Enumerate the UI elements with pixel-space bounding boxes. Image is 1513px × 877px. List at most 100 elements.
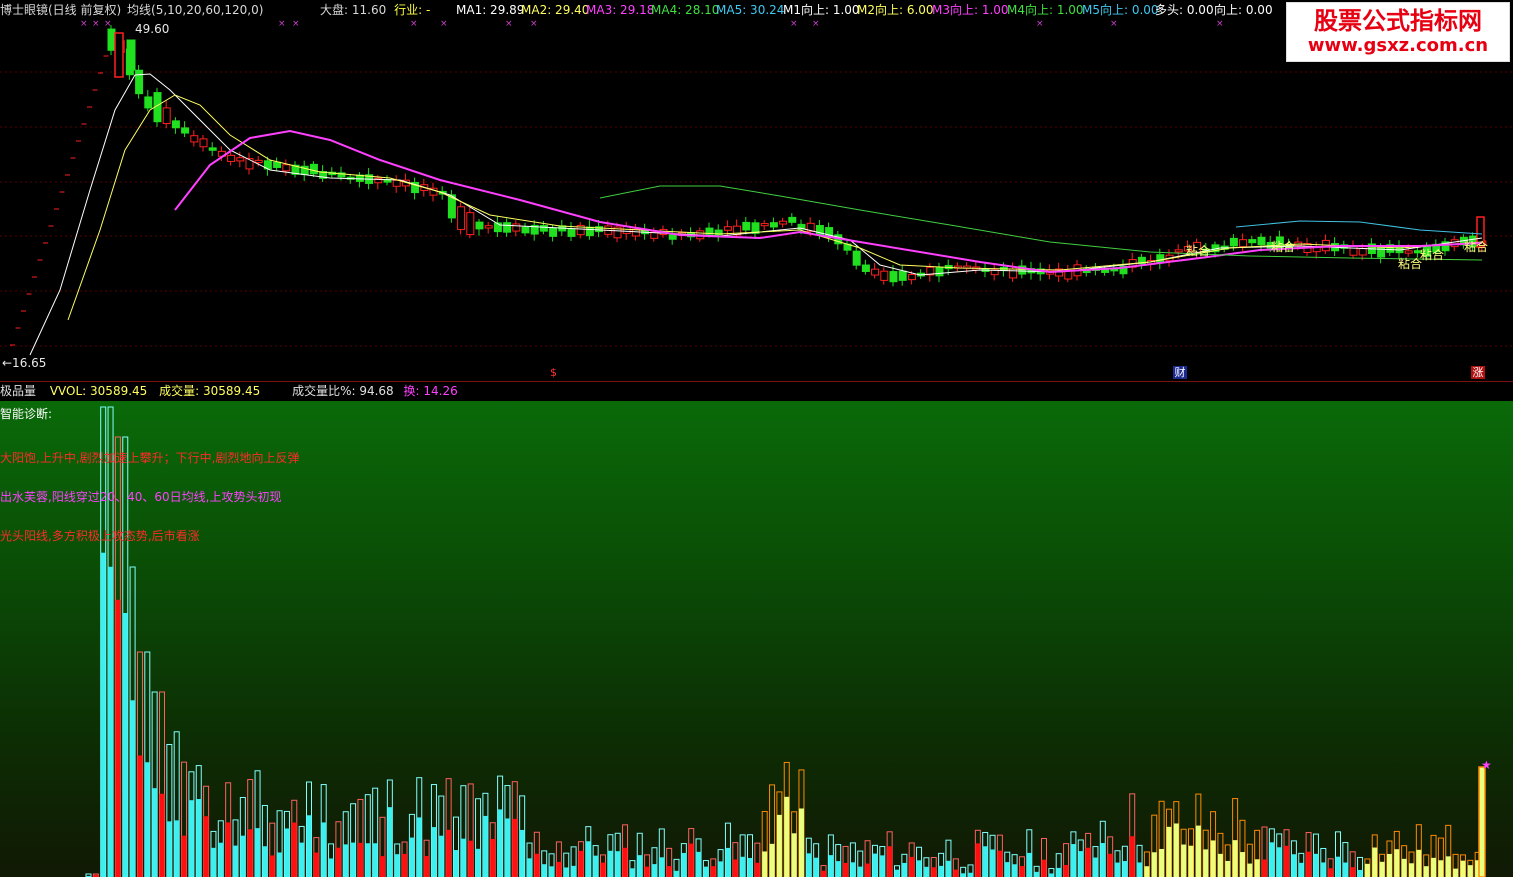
zhanhe-label: 粘合: [1271, 240, 1296, 254]
volume-bar: [504, 818, 510, 877]
signal-x-marker: ×: [92, 19, 100, 29]
volume-bar: [931, 867, 937, 877]
volume-bar: [887, 846, 893, 877]
volume-bar: [1342, 862, 1348, 877]
volume-bar: [174, 820, 180, 877]
volume-panel[interactable]: ★ 智能诊断: 大阳饱,上升中,剧烈加速上攀升；下行中,剧烈地向上反弹 出水芙蓉…: [0, 401, 1513, 877]
volume-bar: [1276, 847, 1282, 877]
signal-x-marker: ×: [410, 19, 418, 29]
volume-bar: [806, 853, 812, 877]
candle-body: [779, 220, 788, 225]
volume-bar: [732, 859, 738, 877]
volume-bar: [453, 850, 459, 877]
volume-bar: [534, 853, 540, 877]
volume-bar: [438, 835, 444, 877]
volume-bar: [923, 866, 929, 877]
candle-body: [282, 164, 291, 172]
volume-bar: [813, 857, 819, 877]
volume-bar: [372, 843, 378, 877]
watermark-title: 股票公式指标网: [1314, 7, 1482, 35]
candle-body: [503, 222, 512, 233]
signal-x-marker: ×: [440, 19, 448, 29]
ma3-value: MA3: 29.18: [586, 3, 655, 17]
price-panel-header: 博士眼镜(日线 前复权) 均线(5,10,20,60,120,0): [0, 2, 263, 18]
volume-bar: [1115, 862, 1120, 877]
volume-bar: [130, 700, 136, 877]
volume-bar: [1078, 851, 1084, 877]
volume-bar: [666, 866, 672, 877]
volume-bar: [357, 842, 363, 877]
candle-body: [236, 157, 245, 162]
candle-body: [935, 266, 944, 277]
volume-bar: [872, 853, 878, 877]
volume-bar: [225, 822, 231, 877]
volume-bar: [1423, 866, 1429, 877]
signal-x-marker: ×: [505, 19, 513, 29]
volume-panel-header: 极品量 VVOL: 30589.45 成交量: 30589.45 成交量比%: …: [0, 382, 1513, 401]
volume-bar: [629, 868, 635, 877]
volume-bar: [306, 815, 312, 877]
m4-value: M4向上: 1.00: [1007, 3, 1084, 17]
volume-bar: [916, 860, 922, 877]
volume-bar: [953, 869, 959, 877]
candle-body: [466, 212, 475, 236]
ma1-line: [29, 73, 1483, 356]
volume-bar: [776, 814, 782, 877]
zhanhe-label: 粘合: [1398, 257, 1423, 271]
volume-bar: [1070, 844, 1076, 877]
candle-body: [475, 221, 484, 230]
volume-bar: [482, 815, 488, 877]
volume-bar: [1416, 849, 1422, 877]
volume-bar: [1401, 858, 1407, 877]
volume-bar: [1239, 852, 1245, 877]
volume-bar: [108, 566, 114, 877]
volume-bar: [909, 856, 915, 877]
limit-up-marker[interactable]: 涨: [1471, 366, 1485, 379]
star-signal-icon: ★: [1481, 758, 1492, 772]
volume-bar: [188, 800, 194, 877]
vvol-value: VVOL: 30589.45: [49, 384, 148, 398]
volume-bar: [593, 855, 599, 877]
volume-bar: [571, 865, 577, 877]
volume-bar: [681, 852, 687, 877]
candle-body: [1156, 254, 1165, 264]
volume-bar: [1026, 852, 1032, 877]
candle-body: [769, 222, 778, 228]
volume-bar: [1409, 863, 1414, 877]
finance-report-marker[interactable]: 财: [1173, 366, 1187, 379]
volume-bar: [696, 851, 702, 877]
volume-bar: [1386, 853, 1392, 877]
zhanhe-label: 粘合: [1464, 240, 1489, 254]
m2-value: M2向上: 6.00: [857, 3, 934, 17]
volume-bar: [152, 788, 158, 877]
candle-body: [760, 223, 769, 227]
volume-bar: [335, 847, 341, 877]
volume-bar: [1306, 851, 1312, 877]
volume-bar: [541, 864, 547, 877]
candle-body: [190, 135, 199, 143]
volume-bar: [1056, 867, 1062, 877]
volume-bar: [960, 873, 966, 877]
volume-bar: [710, 866, 716, 877]
volume-bar: [365, 843, 371, 877]
volume-bar: [1129, 836, 1135, 877]
candle-body: [512, 223, 521, 232]
volume-bar: [387, 807, 393, 877]
candle-body: [567, 228, 576, 237]
volume-bar: [1247, 863, 1253, 877]
candle-body: [162, 107, 171, 124]
volume-bar: [1107, 853, 1113, 877]
high-price-label: 49.60: [135, 22, 170, 36]
volume-bar: [1210, 840, 1216, 877]
volume-bar: [1269, 842, 1275, 877]
volume-bar: [343, 844, 349, 877]
candle-body: [871, 268, 880, 276]
volume-chart[interactable]: ★: [0, 401, 1513, 877]
dividend-marker[interactable]: $: [550, 366, 557, 380]
volume-bar: [1364, 863, 1370, 877]
volume-bar: [233, 845, 238, 877]
price-panel[interactable]: × × × × × × × × × × × × × × 博士眼镜(日线 前复权) 均线(5,10,20,6…: [0, 0, 1513, 381]
candle-body: [1248, 239, 1257, 244]
volume-bar: [1122, 861, 1128, 877]
volume-bar: [1019, 866, 1025, 877]
